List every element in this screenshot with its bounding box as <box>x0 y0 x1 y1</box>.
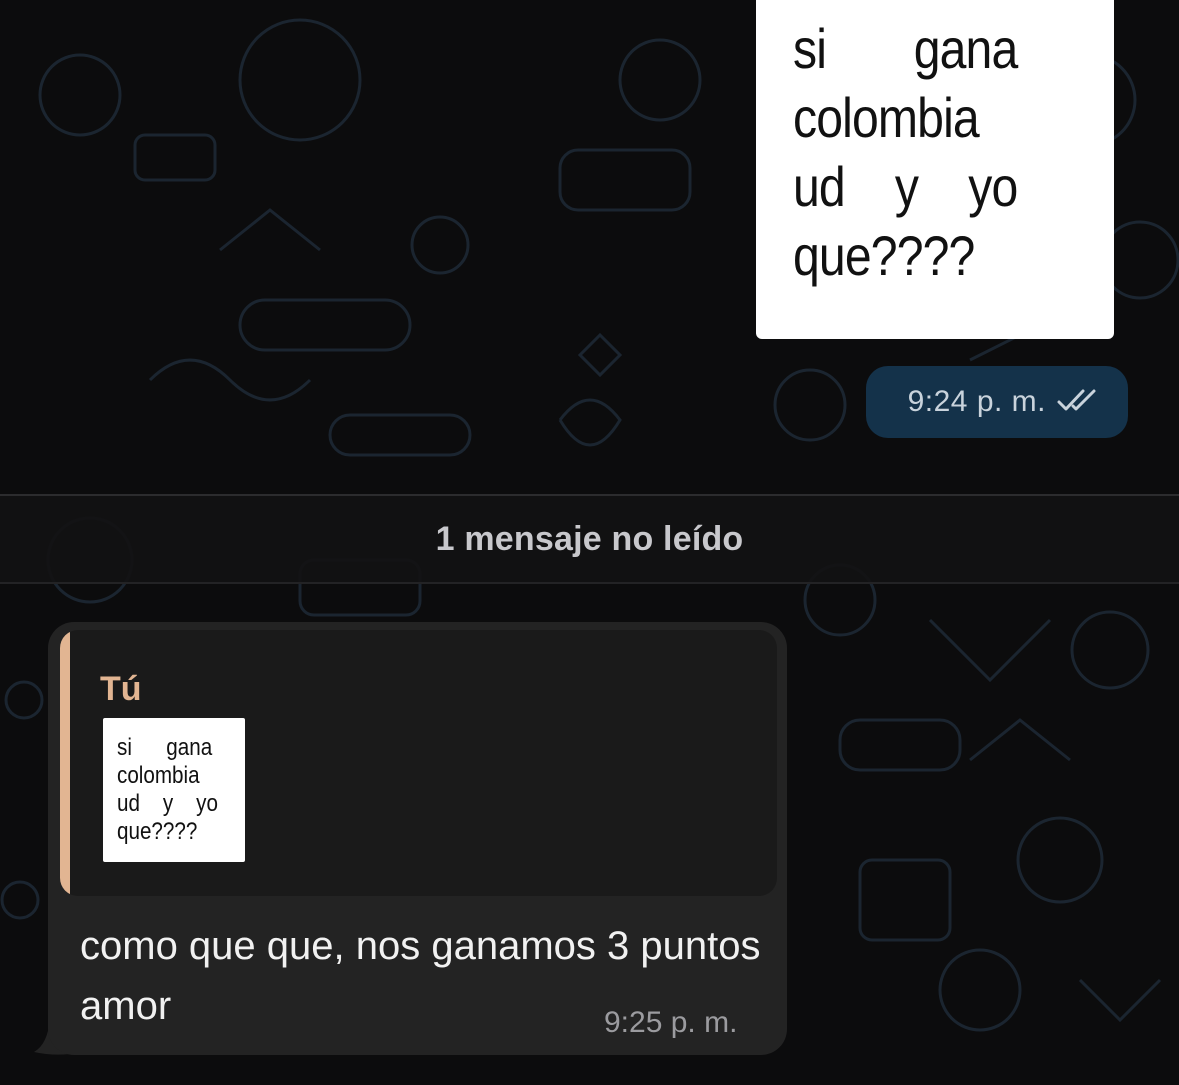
outgoing-message-time: 9:24 p. m. <box>907 385 1046 418</box>
double-check-icon <box>1056 387 1102 418</box>
outgoing-image-message[interactable]: si gana colombia ud y yo que???? <box>756 0 1114 339</box>
outgoing-image-text: si gana colombia ud y yo que???? <box>793 17 1018 287</box>
unread-divider-label: 1 mensaje no leído <box>435 519 744 558</box>
reply-thumbnail: si gana colombia ud y yo que???? <box>103 718 245 862</box>
reply-author: Tú <box>100 670 142 708</box>
reply-thumbnail-text: si gana colombia ud y yo que???? <box>117 734 218 845</box>
quoted-reply[interactable]: Tú si gana colombia ud y yo que???? <box>60 630 777 896</box>
reply-accent-bar <box>60 630 70 896</box>
outgoing-time-pill: 9:24 p. m. <box>866 366 1128 438</box>
unread-divider: 1 mensaje no leído <box>0 494 1179 584</box>
incoming-message-time: 9:25 p. m. <box>604 1006 738 1039</box>
